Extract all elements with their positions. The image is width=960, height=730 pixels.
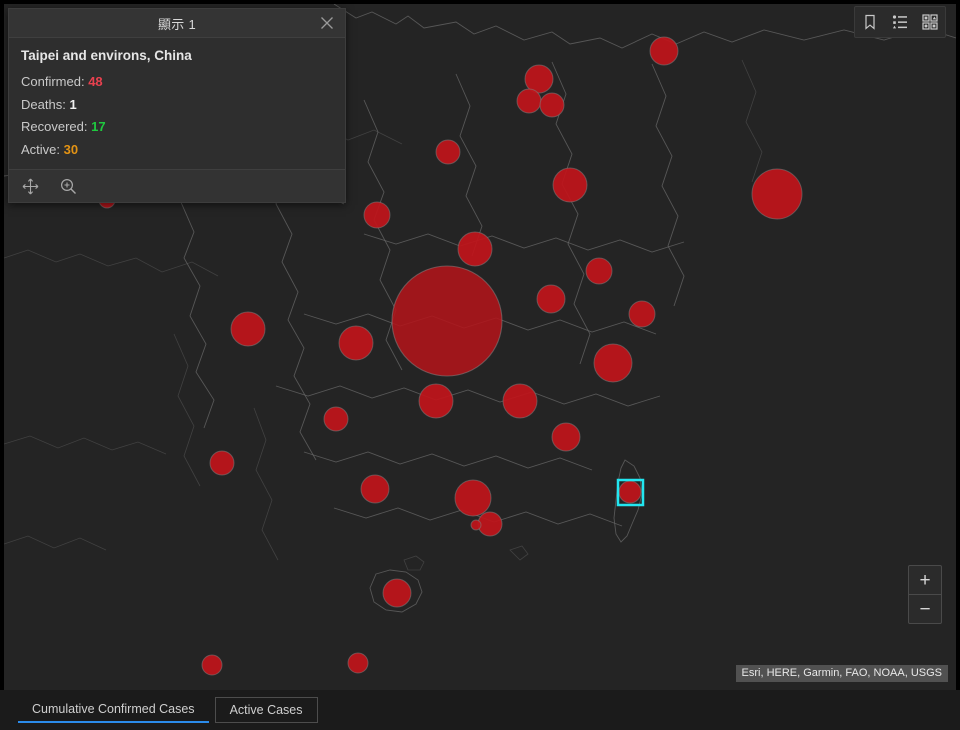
stat-deaths: Deaths: 1 xyxy=(21,97,333,113)
tab-active-cases[interactable]: Active Cases xyxy=(214,697,318,723)
legend-icon xyxy=(892,14,908,30)
popup-header: 顯示 1 xyxy=(9,9,345,38)
stat-active-label: Active: xyxy=(21,141,61,157)
bottom-tabbar: Cumulative Confirmed Cases Active Cases xyxy=(0,690,960,730)
bookmarks-button[interactable] xyxy=(855,7,885,37)
zoom-out-button[interactable]: − xyxy=(909,595,941,623)
stat-confirmed: Confirmed: 48 xyxy=(21,74,333,90)
bookmarks-icon xyxy=(862,14,878,30)
stat-active-value: 30 xyxy=(63,141,79,157)
close-icon[interactable] xyxy=(313,9,341,37)
map-application: Esri, HERE, Garmin, FAO, NOAA, USGS + − xyxy=(0,0,960,730)
zoom-to-icon[interactable] xyxy=(57,175,79,197)
pan-to-icon[interactable] xyxy=(19,175,41,197)
stat-active: Active: 30 xyxy=(21,142,333,158)
basemap-gallery-button[interactable] xyxy=(915,7,945,37)
stat-confirmed-label: Confirmed: xyxy=(21,74,85,89)
selected-feature-highlight[interactable] xyxy=(616,478,645,507)
feature-popup: 顯示 1 Taipei and environs, China Confirme… xyxy=(8,8,346,204)
map-widget-toolbar xyxy=(854,6,946,38)
stat-recovered-label: Recovered: xyxy=(21,119,88,135)
zoom-control: + − xyxy=(908,565,942,624)
map-attribution: Esri, HERE, Garmin, FAO, NOAA, USGS xyxy=(735,665,948,682)
zoom-in-button[interactable]: + xyxy=(909,566,941,595)
tab-cumulative-confirmed-cases[interactable]: Cumulative Confirmed Cases xyxy=(18,697,209,723)
stat-confirmed-value: 48 xyxy=(88,74,103,89)
basemap-gallery-icon xyxy=(922,14,938,30)
stat-recovered-value: 17 xyxy=(91,119,106,135)
popup-footer xyxy=(9,169,345,203)
popup-title: 顯示 1 xyxy=(157,16,197,32)
popup-feature-title: Taipei and environs, China xyxy=(21,48,192,63)
legend-button[interactable] xyxy=(885,7,915,37)
popup-body: Taipei and environs, China Confirmed: 48… xyxy=(9,38,345,170)
stat-deaths-label: Deaths: xyxy=(21,96,66,112)
stat-deaths-value: 1 xyxy=(69,96,77,112)
stat-recovered: Recovered: 17 xyxy=(21,119,333,135)
